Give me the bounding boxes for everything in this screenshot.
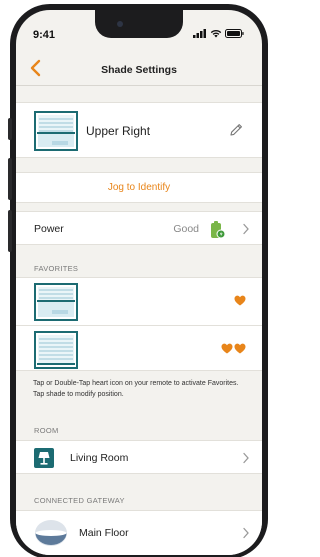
shade-name: Upper Right: [86, 124, 151, 138]
chevron-right-icon: [243, 452, 249, 464]
wifi-icon: [210, 30, 222, 38]
camera: [117, 21, 123, 27]
shade-card: Upper Right: [16, 102, 262, 158]
favorite-hearts[interactable]: [234, 295, 246, 306]
favorite-item[interactable]: [16, 325, 262, 372]
side-button: [8, 210, 12, 252]
signal-icon: [193, 29, 206, 38]
gateway-icon: [35, 520, 67, 546]
favorite-item[interactable]: [16, 278, 262, 325]
favorites-list: [16, 277, 262, 371]
status-time: 9:41: [33, 29, 56, 41]
power-label: Power: [34, 223, 64, 235]
shade-thumbnail-icon: [34, 111, 78, 151]
page-title: Shade Settings: [101, 64, 177, 76]
favorite-shade-icon: [34, 283, 78, 321]
favorites-header: FAVORITES: [34, 264, 79, 273]
lamp-icon: [34, 448, 54, 468]
phone-screen: 9:41 Shade Settings Upper Right Jog to I…: [16, 10, 262, 555]
jog-to-identify-button[interactable]: Jog to Identify: [16, 172, 262, 203]
gateway-row[interactable]: Main Floor: [16, 510, 262, 555]
power-value: Good: [173, 223, 199, 235]
room-name: Living Room: [70, 452, 129, 464]
favorites-help-text: Tap or Double-Tap heart icon on your rem…: [33, 380, 239, 398]
side-button: [8, 118, 12, 140]
side-button: [8, 158, 12, 200]
power-row[interactable]: Power Good: [16, 211, 262, 245]
nav-bar: Shade Settings: [16, 50, 262, 86]
battery-status-icon: [225, 29, 244, 38]
heart-icon: [234, 343, 246, 354]
battery-charging-icon: [211, 221, 225, 239]
status-icons: [193, 29, 244, 38]
chevron-right-icon: [243, 223, 249, 235]
heart-icon: [234, 295, 246, 306]
jog-label: Jog to Identify: [107, 182, 171, 193]
favorite-hearts[interactable]: [221, 343, 246, 354]
room-row[interactable]: Living Room: [16, 440, 262, 474]
room-header: ROOM: [34, 426, 59, 435]
heart-icon: [221, 343, 233, 354]
gateway-header: CONNECTED GATEWAY: [34, 496, 125, 505]
notch: [95, 10, 183, 38]
gateway-name: Main Floor: [79, 527, 129, 539]
favorite-shade-icon: [34, 331, 78, 369]
chevron-right-icon: [243, 527, 249, 539]
pencil-icon[interactable]: [228, 122, 244, 138]
